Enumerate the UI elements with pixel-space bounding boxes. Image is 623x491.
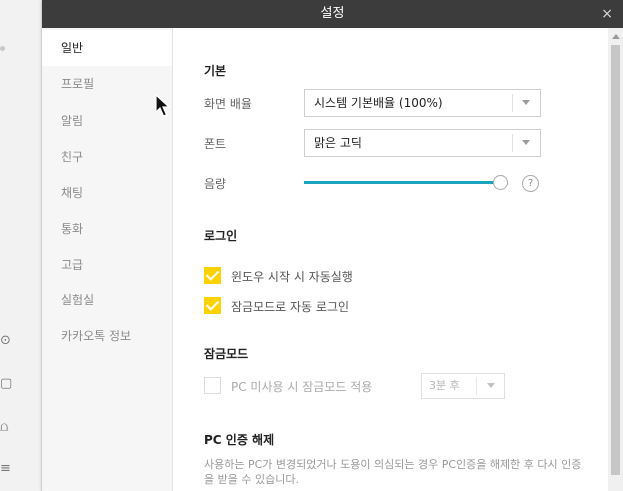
section-title-lock-mode: 잠금모드 (204, 347, 249, 361)
lock-idle-checkbox[interactable] (204, 377, 221, 394)
sidebar-item-profile[interactable]: 프로필 (42, 66, 172, 102)
settings-sidebar: 일반 프로필 알림 친구 채팅 통화 고급 실험실 카카오톡 정보 (42, 28, 173, 491)
lock-delay-toggle[interactable] (476, 377, 504, 395)
scroll-up-icon[interactable] (612, 34, 620, 39)
background-menu-icon: ≡ (0, 461, 11, 476)
sidebar-item-calls[interactable]: 통화 (42, 211, 172, 247)
background-app-strip: ⊙ ▢ ⩍ ≡ (0, 0, 42, 491)
chevron-down-icon (522, 140, 530, 145)
zoom-select-value: 시스템 기본배율 (100%) (314, 96, 443, 110)
content-scrollbar[interactable] (608, 28, 623, 491)
settings-dialog: 설정 × 일반 프로필 알림 친구 채팅 통화 고급 실험실 카카오톡 정보 기… (42, 0, 623, 491)
font-select-toggle[interactable] (512, 134, 540, 152)
help-icon[interactable]: ? (522, 175, 539, 192)
lockmode-autologin-checkbox[interactable] (204, 297, 221, 314)
background-square-icon: ▢ (0, 376, 13, 391)
lockmode-autologin-label: 잠금모드로 자동 로그인 (231, 300, 350, 314)
sidebar-item-general[interactable]: 일반 (42, 30, 172, 66)
sidebar-item-about[interactable]: 카카오톡 정보 (42, 318, 172, 354)
mouse-cursor-icon (155, 94, 171, 117)
sidebar-item-advanced[interactable]: 고급 (42, 247, 172, 283)
section-title-pc-auth: PC 인증 해제 (204, 433, 275, 447)
sidebar-item-chats[interactable]: 채팅 (42, 175, 172, 211)
chevron-down-icon (522, 100, 530, 105)
sidebar-item-friends[interactable]: 친구 (42, 139, 172, 175)
background-circle-icon: ⊙ (0, 333, 11, 348)
autostart-checkbox[interactable] (204, 267, 221, 284)
lock-delay-value: 3분 후 (429, 379, 460, 392)
lock-delay-select[interactable]: 3분 후 (421, 373, 505, 399)
volume-label: 음량 (204, 177, 227, 191)
settings-content: 기본 화면 배율 시스템 기본배율 (100%) 폰트 맑은 고딕 음량 ? 로… (174, 28, 608, 491)
close-icon[interactable]: × (601, 0, 613, 28)
sidebar-item-labs[interactable]: 실험실 (42, 282, 172, 318)
section-title-login: 로그인 (204, 229, 238, 243)
zoom-select-toggle[interactable] (512, 94, 540, 112)
zoom-select[interactable]: 시스템 기본배율 (100%) (304, 89, 541, 117)
font-select-value: 맑은 고딕 (314, 136, 362, 150)
font-label: 폰트 (204, 137, 227, 151)
window-title: 설정 (320, 6, 345, 21)
volume-slider-track[interactable] (304, 181, 500, 184)
title-bar: 설정 × (42, 0, 623, 28)
pc-auth-description: 사용하는 PC가 변경되었거나 도용이 의심되는 경우 PC인증을 해제한 후 … (204, 458, 582, 486)
background-tool-icon: ⩍ (0, 420, 9, 435)
section-title-basic: 기본 (204, 64, 227, 78)
font-select[interactable]: 맑은 고딕 (304, 129, 541, 157)
chevron-down-icon (487, 383, 495, 388)
background-dot (0, 46, 5, 51)
sidebar-item-notifications[interactable]: 알림 (42, 103, 172, 139)
lock-idle-label: PC 미사용 시 잠금모드 적용 (231, 380, 373, 394)
autostart-label: 윈도우 시작 시 자동실행 (231, 270, 353, 284)
zoom-label: 화면 배율 (204, 97, 252, 111)
volume-slider-thumb[interactable] (493, 175, 508, 190)
scrollbar-thumb[interactable] (611, 45, 620, 475)
